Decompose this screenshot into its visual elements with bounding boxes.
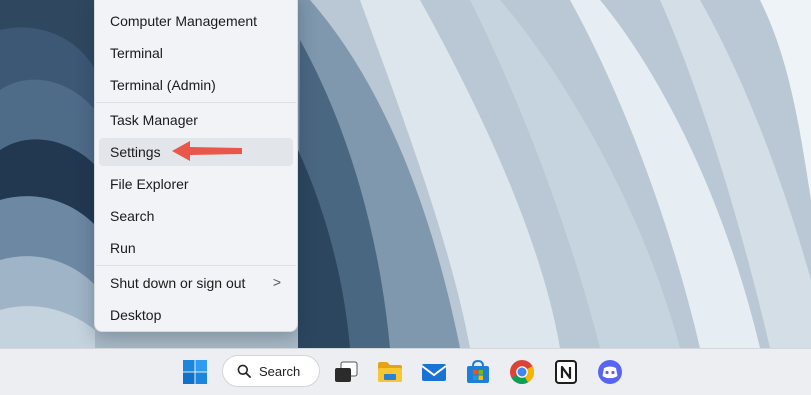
menu-item-label: Settings bbox=[110, 144, 161, 160]
menu-item-label: Desktop bbox=[110, 307, 162, 323]
menu-item-task-manager[interactable]: Task Manager bbox=[99, 106, 293, 134]
menu-item-label: Run bbox=[110, 240, 136, 256]
menu-item-file-explorer[interactable]: File Explorer bbox=[99, 170, 293, 198]
menu-item-terminal[interactable]: Terminal bbox=[99, 39, 293, 67]
menu-separator bbox=[96, 265, 296, 266]
menu-separator bbox=[96, 102, 296, 103]
menu-item-shut-down-or-sign-out[interactable]: Shut down or sign out > bbox=[99, 269, 293, 297]
notion-icon[interactable] bbox=[552, 358, 580, 386]
taskbar-search-box[interactable]: Search bbox=[222, 355, 320, 387]
menu-item-terminal-admin[interactable]: Terminal (Admin) bbox=[99, 71, 293, 99]
search-label: Search bbox=[259, 363, 301, 379]
menu-item-label: Terminal bbox=[110, 45, 163, 61]
file-explorer-icon[interactable] bbox=[376, 358, 404, 386]
annotation-arrow-icon bbox=[172, 141, 242, 161]
menu-item-desktop[interactable]: Desktop bbox=[99, 301, 293, 329]
mail-icon[interactable] bbox=[420, 358, 448, 386]
menu-item-label: Terminal (Admin) bbox=[110, 77, 216, 93]
task-view-icon[interactable] bbox=[332, 358, 360, 386]
start-icon[interactable] bbox=[181, 358, 209, 386]
menu-item-computer-management[interactable]: Computer Management bbox=[99, 7, 293, 35]
search-icon bbox=[237, 364, 251, 378]
menu-item-label: File Explorer bbox=[110, 176, 189, 192]
menu-item-label: Computer Management bbox=[110, 13, 258, 29]
quick-link-menu: Computer Management Terminal Terminal (A… bbox=[94, 0, 298, 332]
menu-item-search[interactable]: Search bbox=[99, 202, 293, 230]
taskbar: Search bbox=[0, 348, 811, 395]
menu-item-label: Shut down or sign out bbox=[110, 275, 246, 291]
menu-item-label: Search bbox=[110, 208, 155, 224]
microsoft-store-icon[interactable] bbox=[464, 358, 492, 386]
discord-icon[interactable] bbox=[596, 358, 624, 386]
menu-item-run[interactable]: Run bbox=[99, 234, 293, 262]
chevron-right-icon: > bbox=[272, 274, 281, 290]
menu-item-label: Task Manager bbox=[110, 112, 198, 128]
chrome-icon[interactable] bbox=[508, 358, 536, 386]
